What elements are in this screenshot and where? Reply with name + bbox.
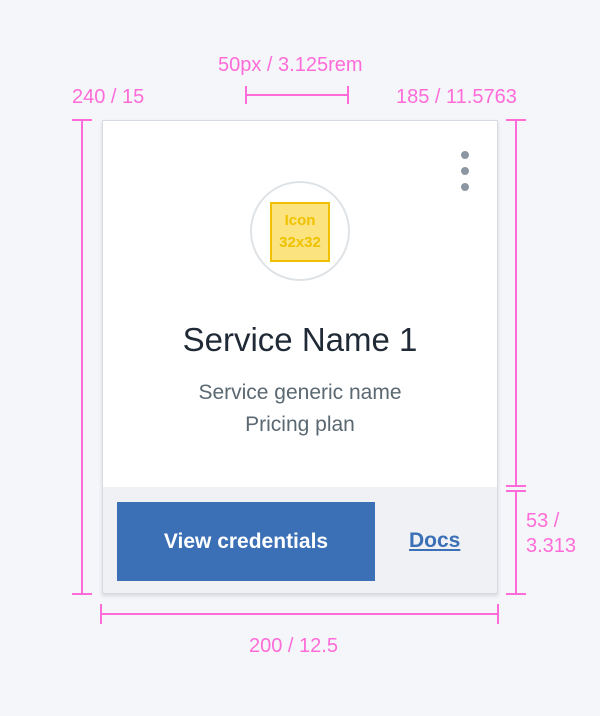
card-width-line: [101, 613, 499, 615]
icon-label-line1: Icon: [284, 212, 316, 229]
service-subtitle: Service generic name Pricing plan: [103, 377, 497, 441]
footer-height-label-line2: 3.313: [526, 535, 577, 557]
card-height-tick-top: [72, 119, 92, 121]
pricing-plan: Pricing plan: [245, 413, 355, 436]
docs-link[interactable]: Docs: [409, 529, 460, 553]
card-footer: View credentials Docs: [103, 487, 497, 593]
service-card: Icon 32x32 Service Name 1 Service generi…: [102, 120, 498, 594]
overflow-menu-icon[interactable]: [457, 149, 473, 193]
card-height-label: 240 / 15: [72, 86, 145, 108]
content-height-tick-top: [506, 119, 526, 121]
card-width-label: 200 / 12.5: [249, 635, 338, 657]
card-height-tick-bottom: [72, 593, 92, 595]
content-height-label: 185 / 11.5763: [396, 86, 517, 108]
icon-margin-label: 50px / 3.125rem: [218, 54, 363, 76]
icon-margin-line: [245, 94, 349, 96]
footer-height-label-line1: 53 /: [526, 510, 560, 532]
icon-label-line2: 32x32: [279, 234, 321, 251]
service-title: Service Name 1: [182, 321, 418, 358]
footer-height-tick-bottom: [506, 593, 526, 595]
service-icon-placeholder: Icon 32x32: [270, 202, 330, 262]
footer-height-line: [515, 490, 517, 594]
icon-margin-tick-left: [245, 86, 247, 104]
icon-margin-tick-right: [347, 86, 349, 104]
content-height-tick-bottom: [506, 485, 526, 487]
content-height-line: [515, 120, 517, 486]
card-width-tick-left: [100, 604, 102, 624]
card-width-tick-right: [497, 604, 499, 624]
card-height-line: [81, 120, 83, 594]
view-credentials-button[interactable]: View credentials: [117, 502, 375, 581]
footer-height-tick-top: [506, 490, 526, 492]
service-generic-name: Service generic name: [198, 381, 402, 404]
